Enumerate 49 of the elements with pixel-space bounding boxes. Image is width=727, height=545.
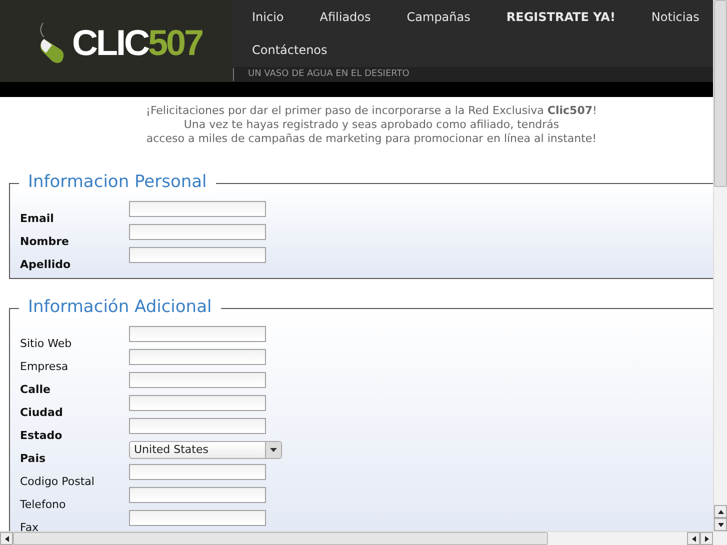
field-label: Estado [20, 429, 62, 442]
left-arrow-icon [692, 536, 696, 542]
intro-text: Una vez te hayas registrado y seas aprobado como afiliado, tendrás [184, 118, 560, 132]
nav-link[interactable]: Contáctenos [252, 33, 328, 66]
intro-text: acceso a miles de campañas de marketing para promocionar en línea al instante! [146, 132, 597, 146]
horizontal-scrollbar[interactable] [0, 531, 727, 545]
nav-link[interactable]: Campañas [406, 0, 470, 33]
text-input[interactable] [129, 224, 266, 240]
text-input[interactable] [129, 349, 266, 365]
scroll-up-button[interactable] [714, 505, 727, 518]
field-label: Ciudad [20, 406, 63, 419]
nav-link[interactable]: Inicio [252, 0, 284, 33]
field-label: Pais [20, 452, 46, 465]
nav-link[interactable]: Afiliados [320, 0, 371, 33]
intro-text: ¡Felicitaciones por dar el primer paso de incorporarse a la Red Exclusiva Clic507! [146, 104, 597, 118]
nav-link[interactable]: Noticias [651, 0, 700, 33]
field-label: Sitio Web [20, 337, 72, 350]
up-arrow-icon [718, 510, 724, 514]
text-input[interactable] [129, 395, 266, 411]
text-input[interactable] [129, 464, 266, 480]
text-input[interactable] [129, 510, 266, 526]
scroll-down-button[interactable] [714, 518, 727, 531]
field-label: Empresa [20, 360, 68, 373]
scroll-thumb[interactable] [13, 532, 548, 545]
text-input[interactable] [129, 372, 266, 388]
text-input[interactable] [129, 247, 266, 263]
field-label: Email [20, 212, 54, 225]
logo[interactable]: CLIC507 [38, 21, 202, 65]
field-label: Fax [20, 521, 39, 531]
vertical-scrollbar[interactable] [713, 0, 727, 531]
scroll-thumb[interactable] [714, 0, 727, 187]
right-arrow-icon [704, 536, 708, 542]
left-arrow-icon [4, 536, 8, 542]
scroll-left-button[interactable] [687, 532, 700, 545]
scroll-left-button[interactable] [0, 532, 13, 545]
field-label: Telefono [20, 498, 66, 511]
down-arrow-icon [718, 522, 724, 526]
nav-link[interactable]: REGISTRATE YA! [506, 0, 616, 33]
field-label: Calle [20, 383, 50, 396]
field-label: Apellido [20, 258, 71, 271]
text-input[interactable] [129, 201, 266, 217]
text-input[interactable] [129, 487, 266, 503]
text-input[interactable] [129, 326, 266, 342]
text-input[interactable] [129, 418, 266, 434]
tagline: UN VASO DE AGUA EN EL DESIERTO [248, 68, 410, 81]
scroll-right-button[interactable] [700, 532, 713, 545]
country-select[interactable]: United States [129, 441, 282, 459]
field-label: Codigo Postal [20, 475, 94, 488]
field-label: Nombre [20, 235, 69, 248]
